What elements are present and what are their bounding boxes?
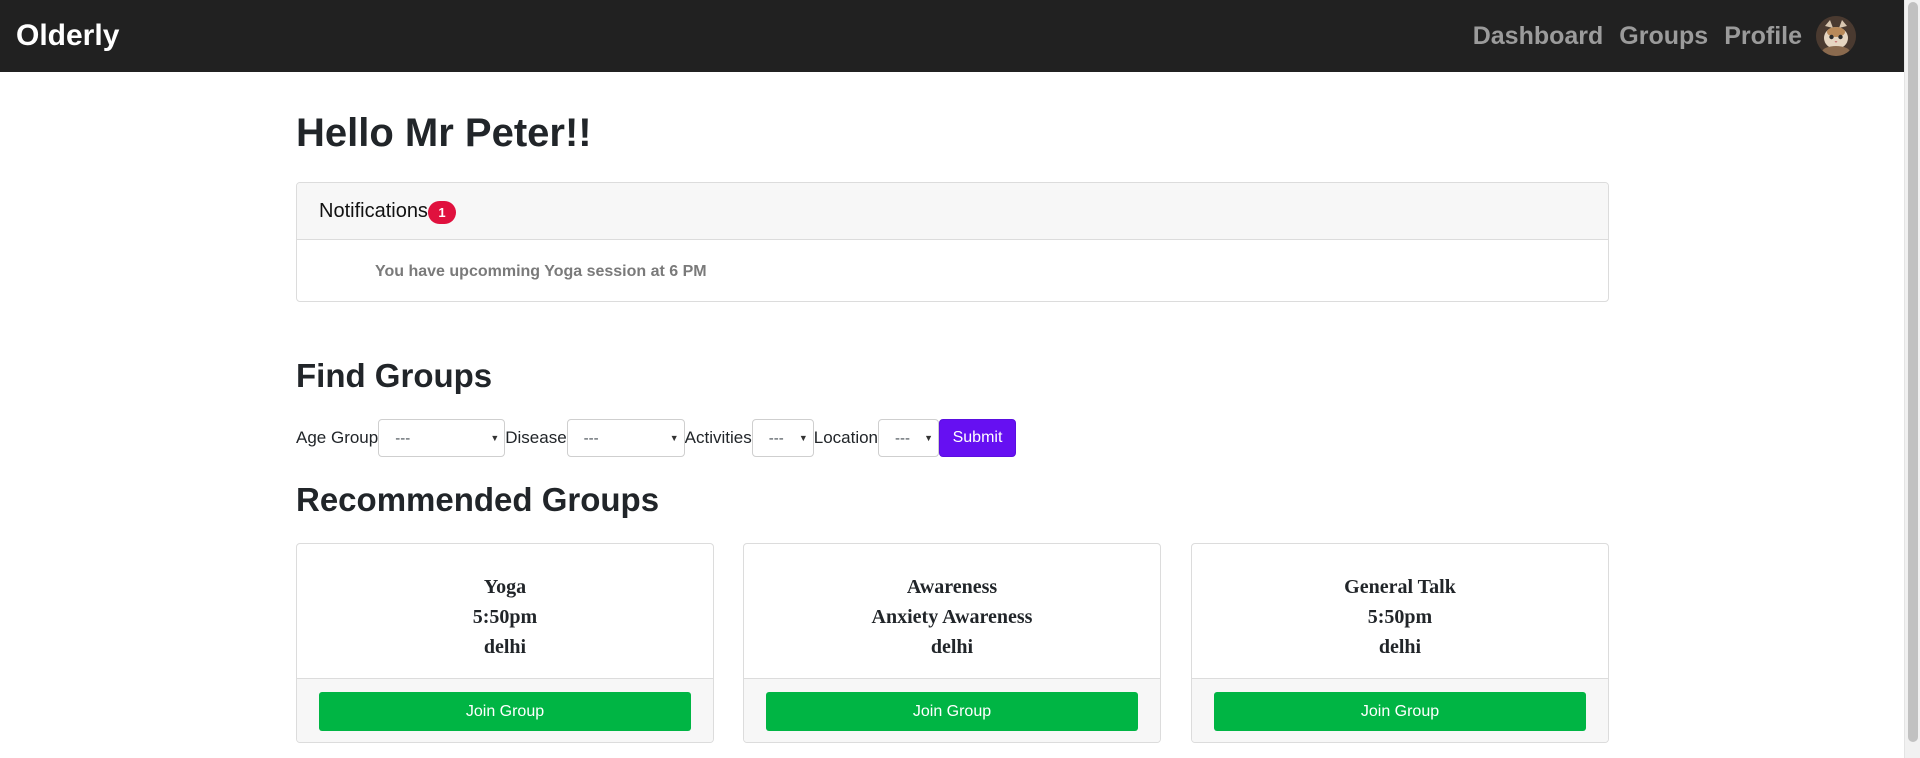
group-detail: Anxiety Awareness bbox=[871, 606, 1033, 628]
chevron-down-icon: ▼ bbox=[798, 433, 808, 443]
notifications-header: Notifications 1 bbox=[297, 183, 1608, 240]
group-card-body: Yoga 5:50pm delhi bbox=[297, 544, 713, 678]
nav-links: Dashboard Groups Profile bbox=[1457, 0, 1856, 72]
avatar-image bbox=[1816, 16, 1856, 56]
group-location: delhi bbox=[930, 636, 974, 658]
group-name: Yoga bbox=[483, 576, 527, 598]
group-detail: 5:50pm bbox=[472, 606, 538, 628]
activities-selected-value: --- bbox=[768, 429, 784, 447]
age-group-label: Age Group bbox=[296, 428, 379, 447]
join-group-button[interactable]: Join Group bbox=[319, 692, 691, 731]
activities-select[interactable]: --- ▼ bbox=[751, 419, 814, 457]
group-name: Awareness bbox=[906, 576, 998, 598]
location-selected-value: --- bbox=[895, 429, 911, 447]
nav-link-dashboard[interactable]: Dashboard bbox=[1473, 22, 1604, 51]
notification-item: You have upcomming Yoga session at 6 PM bbox=[375, 263, 707, 280]
location-select[interactable]: --- ▼ bbox=[878, 419, 940, 457]
cat-avatar-icon[interactable] bbox=[1816, 16, 1856, 56]
group-card-footer: Join Group bbox=[297, 678, 713, 742]
group-location: delhi bbox=[1378, 636, 1422, 658]
submit-button[interactable]: Submit bbox=[939, 419, 1017, 457]
join-group-button[interactable]: Join Group bbox=[766, 692, 1138, 731]
disease-label: Disease bbox=[505, 428, 567, 447]
scrollbar-thumb[interactable] bbox=[1908, 2, 1918, 742]
location-label: Location bbox=[813, 428, 879, 447]
page-title: Hello Mr Peter!! bbox=[296, 111, 592, 155]
group-card-body: Awareness Anxiety Awareness delhi bbox=[744, 544, 1160, 678]
group-detail: 5:50pm bbox=[1367, 606, 1433, 628]
chevron-down-icon: ▼ bbox=[490, 433, 500, 443]
notifications-title: Notifications bbox=[319, 199, 428, 222]
nav-link-profile[interactable]: Profile bbox=[1724, 22, 1802, 51]
group-card-footer: Join Group bbox=[744, 678, 1160, 742]
notifications-card: Notifications 1 You have upcomming Yoga … bbox=[296, 182, 1609, 302]
activities-label: Activities bbox=[684, 428, 752, 447]
group-card-footer: Join Group bbox=[1192, 678, 1608, 742]
group-name: General Talk bbox=[1344, 576, 1456, 598]
group-card-body: General Talk 5:50pm delhi bbox=[1192, 544, 1608, 678]
age-group-select[interactable]: --- ▼ bbox=[378, 419, 506, 457]
nav-link-groups[interactable]: Groups bbox=[1619, 22, 1708, 51]
disease-select[interactable]: --- ▼ bbox=[566, 419, 685, 457]
top-navbar: Olderly Dashboard Groups Profile bbox=[0, 0, 1904, 72]
notification-count-badge: 1 bbox=[427, 200, 456, 224]
page-scrollbar[interactable] bbox=[1904, 0, 1920, 758]
disease-selected-value: --- bbox=[583, 429, 599, 447]
join-group-button[interactable]: Join Group bbox=[1214, 692, 1586, 731]
brand-logo-link[interactable]: Olderly bbox=[16, 19, 119, 53]
group-card-yoga: Yoga 5:50pm delhi Join Group bbox=[296, 543, 714, 743]
chevron-down-icon: ▼ bbox=[669, 433, 679, 443]
recommended-groups-title: Recommended Groups bbox=[296, 481, 660, 518]
find-groups-form: Age Group --- ▼ Disease --- ▼ Activities… bbox=[296, 419, 1017, 457]
group-location: delhi bbox=[483, 636, 527, 658]
group-card-awareness: Awareness Anxiety Awareness delhi Join G… bbox=[743, 543, 1161, 743]
find-groups-title: Find Groups bbox=[296, 357, 493, 394]
group-card-general-talk: General Talk 5:50pm delhi Join Group bbox=[1191, 543, 1609, 743]
recommended-groups-list: Yoga 5:50pm delhi Join Group Awareness A… bbox=[296, 543, 1609, 743]
chevron-down-icon: ▼ bbox=[924, 433, 934, 443]
age-group-selected-value: --- bbox=[395, 429, 411, 447]
